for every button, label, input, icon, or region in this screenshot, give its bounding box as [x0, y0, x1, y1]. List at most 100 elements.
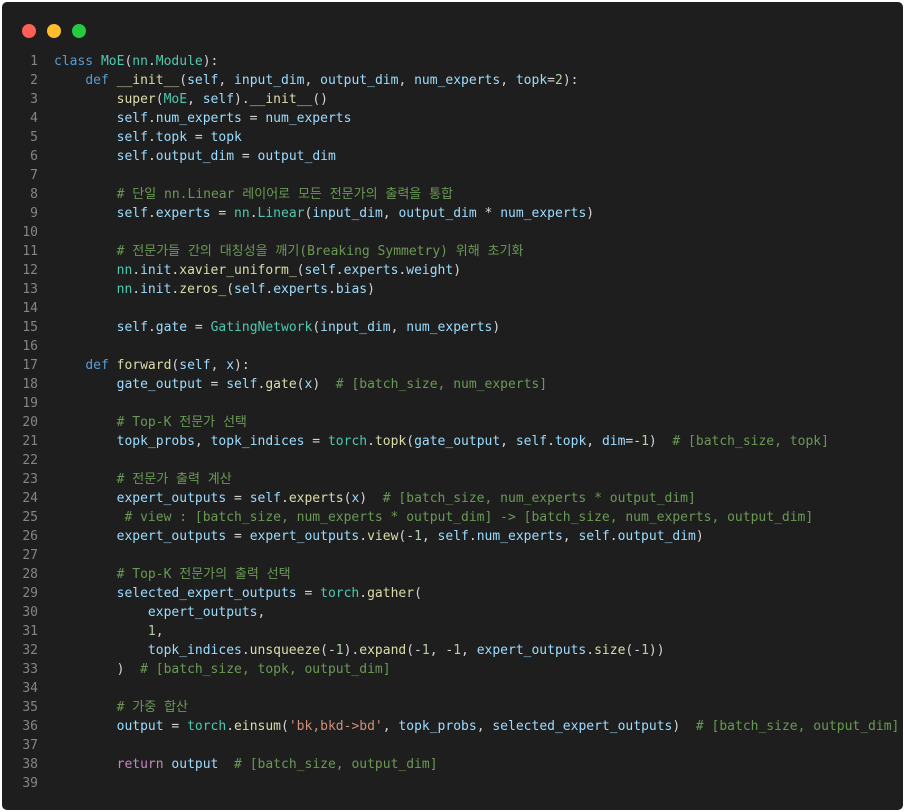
minimize-button[interactable]: [47, 24, 61, 38]
code-line: 21 topk_probs, topk_indices = torch.topk…: [2, 432, 903, 451]
code-token-comment: # Top-K 전문가 선택: [116, 415, 247, 430]
code-text: # Top-K 전문가의 출력 선택: [38, 565, 291, 584]
code-token-variable: num_experts: [414, 73, 501, 88]
code-token-class: MoE: [163, 92, 188, 107]
code-token-class: MoE: [100, 54, 125, 69]
code-line: 25 # view : [batch_size, num_experts * o…: [2, 508, 903, 527]
code-token-variable: self: [304, 263, 336, 278]
code-token-text: =: [304, 434, 328, 449]
code-token-text: .: [609, 529, 618, 544]
code-token-number: 1: [335, 643, 344, 658]
code-text: # view : [batch_size, num_experts * outp…: [38, 508, 813, 527]
code-line: 4 self.num_experts = num_experts: [2, 109, 903, 128]
code-token-number: 1: [421, 643, 430, 658]
code-token-text: ,: [461, 643, 477, 658]
code-token-text: ,: [257, 605, 266, 620]
code-token-text: ,: [382, 206, 399, 221]
code-token-text: .: [249, 206, 258, 221]
code-token-variable: self: [187, 73, 219, 88]
code-token-function: __init__: [249, 92, 313, 107]
code-token-text: ,: [155, 624, 164, 639]
code-token-comment: # view : [batch_size, num_experts * outp…: [124, 510, 814, 525]
code-token-text: .: [147, 130, 156, 145]
code-token-function: unsqueeze: [249, 643, 321, 658]
code-text: # 단일 nn.Linear 레이어로 모든 전문가의 출력을 통합: [38, 185, 453, 204]
line-number: 18: [22, 377, 38, 392]
code-token-variable: self: [116, 320, 148, 335]
code-token-text: ,: [476, 719, 493, 734]
code-token-variable: expert_outputs: [116, 491, 227, 506]
code-token-variable: input_dim: [234, 73, 305, 88]
line-number: 23: [22, 472, 38, 487]
code-token-text: .: [147, 54, 156, 69]
code-token-text: .: [359, 529, 368, 544]
code-token-text: ): [672, 719, 696, 734]
code-text: nn.init.zeros_(self.experts.bias): [38, 280, 375, 299]
code-token-number: 2: [554, 73, 563, 88]
code-token-text: (): [312, 92, 328, 107]
code-token-text: (: [312, 320, 321, 335]
code-token-text: ): [492, 320, 501, 335]
code-token-text: =: [187, 130, 211, 145]
code-token-function: zeros_: [179, 282, 227, 297]
code-line: 11 # 전문가들 간의 대칭성을 깨기(Breaking Symmetry) …: [2, 242, 903, 261]
code-editor[interactable]: 1 class MoE(nn.Module): 2 def __init__(sel…: [2, 52, 903, 793]
code-token-variable: dim: [601, 434, 626, 449]
code-token-variable: num_experts: [476, 529, 563, 544]
code-line: 6 self.output_dim = output_dim: [2, 147, 903, 166]
code-token-text: .: [147, 320, 156, 335]
code-token-text: (-: [625, 643, 642, 658]
line-number: 26: [22, 529, 38, 544]
code-line: 12 nn.init.xavier_uniform_(self.experts.…: [2, 261, 903, 280]
code-token-variable: input_dim: [320, 320, 391, 335]
code-text: # 전문가 출력 계산: [38, 470, 232, 489]
code-text: expert_outputs = self.experts(x) # [batc…: [38, 489, 696, 508]
line-number: 14: [22, 301, 38, 316]
code-token-comment: # [batch_size, topk, output_dim]: [140, 662, 391, 677]
code-line: 22: [2, 451, 903, 470]
code-token-variable: expert_outputs: [249, 529, 360, 544]
code-token-text: (: [281, 719, 289, 734]
line-number: 24: [22, 491, 38, 506]
code-line: 26 expert_outputs = expert_outputs.view(…: [2, 527, 903, 546]
code-token-text: (-: [398, 529, 415, 544]
code-token-text: ):: [234, 358, 250, 373]
code-line: 39: [2, 774, 903, 793]
code-token-text: ,: [500, 434, 516, 449]
code-token-variable: init: [140, 282, 172, 297]
code-token-variable: num_experts: [265, 111, 352, 126]
code-token-function: xavier_uniform_: [179, 263, 297, 278]
code-token-comment: # [batch_size, topk]: [672, 434, 829, 449]
code-token-function: gather: [367, 586, 415, 601]
line-number: 3: [30, 92, 38, 107]
code-token-text: .: [468, 529, 477, 544]
line-number: 17: [22, 358, 38, 373]
code-line: 29 selected_expert_outputs = torch.gathe…: [2, 584, 903, 603]
code-token-variable: num_experts: [406, 320, 493, 335]
code-text: class MoE(nn.Module):: [38, 52, 218, 71]
code-token-variable: selected_expert_outputs: [492, 719, 673, 734]
code-token-text: ,: [187, 92, 203, 107]
close-button[interactable]: [22, 24, 36, 38]
code-token-text: .: [132, 263, 141, 278]
maximize-button[interactable]: [72, 24, 86, 38]
code-token-variable: topk: [554, 434, 587, 449]
code-text: def forward(self, x):: [38, 356, 250, 375]
code-text: self.topk = topk: [38, 128, 242, 147]
code-token-variable: output_dim: [155, 149, 235, 164]
code-token-class: nn: [132, 54, 148, 69]
code-token-text: ).: [343, 643, 360, 658]
